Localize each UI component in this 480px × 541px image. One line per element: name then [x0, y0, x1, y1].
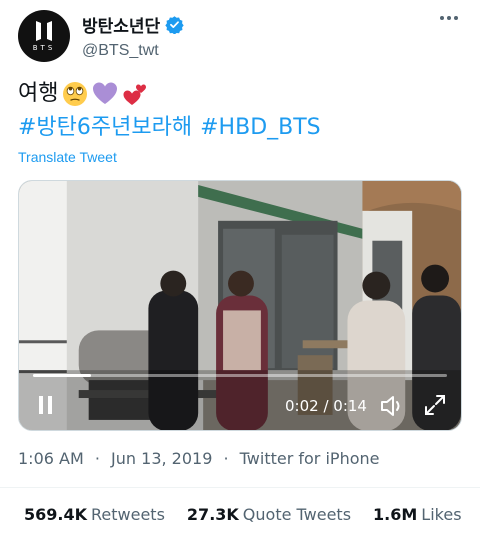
video-progress-bar[interactable]	[33, 374, 447, 377]
verified-badge-icon	[165, 16, 184, 34]
video-time-display: 0:02 / 0:14	[285, 397, 367, 415]
pause-icon[interactable]	[37, 394, 55, 416]
display-name[interactable]: 방탄소년단	[82, 12, 160, 37]
tweet-time[interactable]: 1:06 AM	[18, 449, 84, 468]
likes-count: 1.6M	[373, 505, 418, 524]
tweet-stats: 569.4K Retweets 27.3K Quote Tweets 1.6M Lik…	[24, 505, 462, 524]
hashtag-link[interactable]: #HBD_BTS	[200, 115, 321, 140]
tweet-header: BTS 방탄소년단 @BTS_twt	[18, 10, 462, 62]
video-player[interactable]: 0:02 / 0:14	[18, 180, 462, 431]
tweet-body-text: 여행	[18, 81, 59, 106]
tweet-source[interactable]: Twitter for iPhone	[240, 449, 380, 468]
hashtag-link[interactable]: #방탄6주년보라해	[18, 115, 192, 140]
purple-heart-emoji	[93, 82, 118, 104]
quote-tweets-stat[interactable]: 27.3K Quote Tweets	[187, 505, 351, 524]
tweet-metadata: 1:06 AM · Jun 13, 2019 · Twitter for iPh…	[18, 449, 385, 468]
meta-separator: ·	[223, 449, 229, 468]
tweet-text: 여행 #방탄6주년보라해 #HBD_BTS	[18, 78, 462, 144]
divider	[0, 487, 480, 488]
fullscreen-icon[interactable]	[423, 393, 447, 417]
bts-logo-icon	[36, 21, 52, 41]
avatar[interactable]: BTS	[18, 10, 70, 62]
tweet-date[interactable]: Jun 13, 2019	[111, 449, 212, 468]
two-hearts-emoji	[123, 84, 147, 105]
video-progress-fill	[33, 374, 91, 377]
user-handle[interactable]: @BTS_twt	[82, 42, 184, 60]
hashtags: #방탄6주년보라해 #HBD_BTS	[18, 112, 462, 144]
face-with-rolling-eyes-emoji	[63, 82, 88, 106]
volume-icon[interactable]	[379, 393, 405, 419]
user-names: 방탄소년단 @BTS_twt	[82, 12, 184, 60]
quote-tweets-label: Quote Tweets	[242, 505, 352, 524]
retweets-stat[interactable]: 569.4K Retweets	[24, 505, 165, 524]
retweets-count: 569.4K	[24, 505, 88, 524]
quote-tweets-count: 27.3K	[186, 505, 239, 524]
avatar-label: BTS	[32, 44, 56, 52]
retweets-label: Retweets	[91, 505, 165, 524]
likes-label: Likes	[421, 505, 462, 524]
translate-tweet-link[interactable]: Translate Tweet	[18, 149, 117, 165]
meta-separator: ·	[94, 449, 100, 468]
more-options-icon[interactable]	[440, 16, 458, 20]
likes-stat[interactable]: 1.6M Likes	[373, 505, 462, 524]
